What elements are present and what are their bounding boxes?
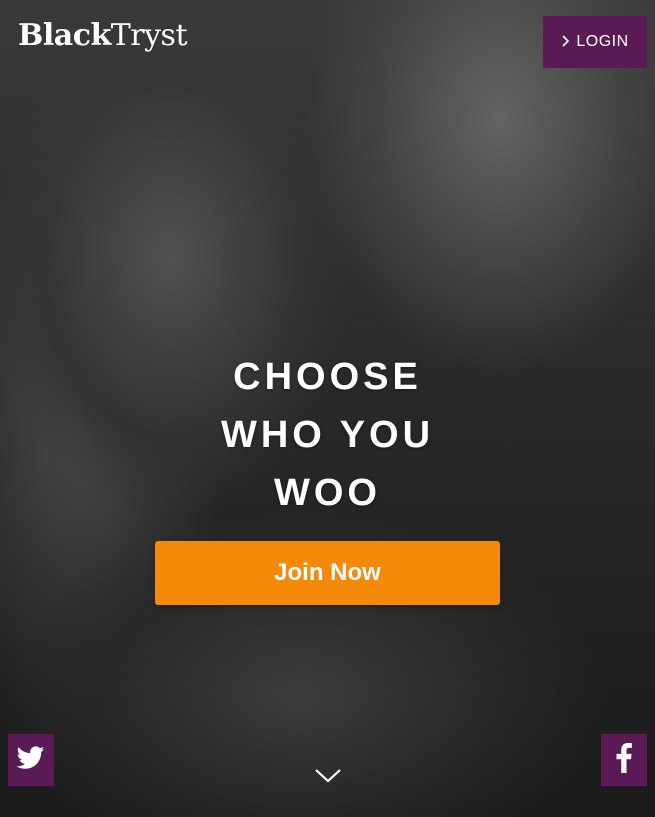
brand-logo[interactable]: BlackTryst (18, 18, 188, 53)
twitter-icon (16, 745, 45, 775)
landing-page: BlackTryst LOGIN CHOOSE WHO YOU WOO Join… (0, 0, 655, 817)
login-button[interactable]: LOGIN (543, 16, 647, 68)
twitter-button[interactable] (8, 734, 54, 786)
logo-bold-text: Black (18, 18, 111, 53)
headline-line-3: WOO (274, 472, 381, 514)
chevron-down-icon (313, 769, 343, 790)
login-label: LOGIN (576, 33, 629, 50)
scroll-down-button[interactable] (313, 764, 343, 786)
headline-line-2: WHO YOU (220, 414, 435, 456)
headline-line-1: CHOOSE (233, 356, 422, 398)
hero-headline: CHOOSE WHO YOU WOO (0, 348, 655, 522)
logo-light-text: Tryst (110, 18, 188, 53)
join-now-button[interactable]: Join Now (155, 541, 500, 605)
chevron-right-icon (561, 34, 570, 51)
facebook-icon (616, 742, 632, 778)
facebook-button[interactable] (601, 734, 647, 786)
